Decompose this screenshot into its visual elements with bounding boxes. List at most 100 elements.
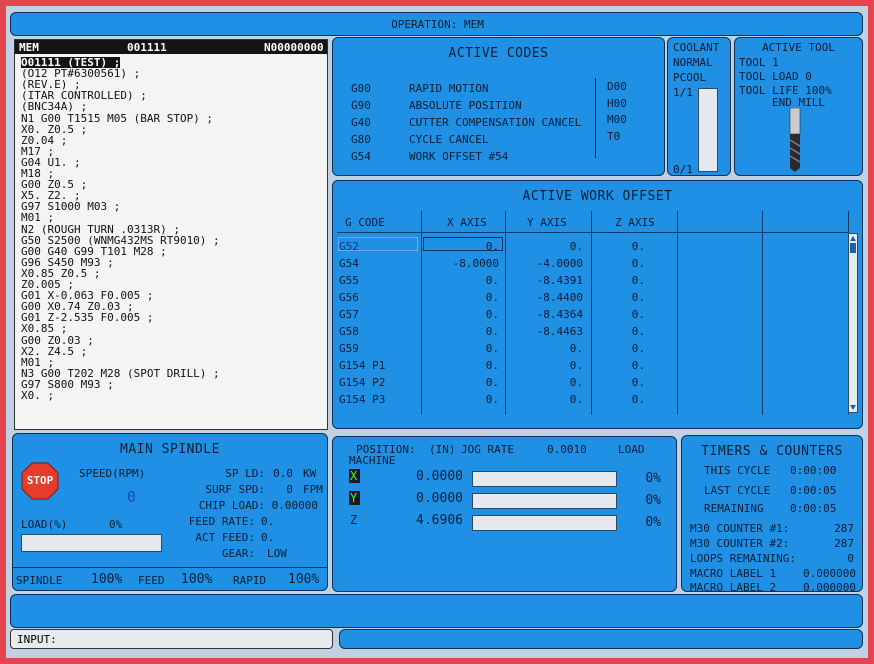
work-offset-gcode[interactable]: G59	[339, 342, 359, 355]
work-offset-z[interactable]: 0.	[591, 257, 645, 270]
work-offset-x[interactable]: 0.	[421, 240, 499, 253]
work-offset-y[interactable]: -8.4463	[505, 325, 583, 338]
work-offset-z[interactable]: 0.	[591, 240, 645, 253]
work-offset-scrollbar[interactable]	[848, 233, 858, 413]
program-line[interactable]: N1 G00 T1515 M05 (BAR STOP) ;	[21, 113, 213, 124]
work-offset-y[interactable]: 0.	[505, 240, 583, 253]
work-offset-z[interactable]: 0.	[591, 274, 645, 287]
active-code-description: CYCLE CANCEL	[409, 133, 489, 146]
active-code: G00	[351, 82, 371, 95]
work-offset-y[interactable]: 0.	[505, 393, 583, 406]
table-column-divider	[677, 211, 678, 415]
work-offset-z[interactable]: 0.	[591, 291, 645, 304]
work-offset-y[interactable]: -8.4400	[505, 291, 583, 304]
program-line[interactable]: X0. Z0.5 ;	[21, 124, 87, 135]
m30-counter-2-label: M30 COUNTER #2:	[690, 537, 790, 550]
work-offset-y[interactable]: -8.4364	[505, 308, 583, 321]
work-offset-gcode[interactable]: G154 P1	[339, 359, 385, 372]
this-cycle-label: THIS CYCLE	[704, 464, 771, 477]
work-offset-table: G CODE X AXIS Y AXIS Z AXIS G52 0. 0. 0. G54 -8.0…	[337, 211, 858, 415]
jog-rate-value: 0.0010	[547, 443, 587, 456]
jog-rate-label: JOG RATE	[461, 443, 514, 456]
work-offset-x[interactable]: 0.	[421, 376, 499, 389]
work-offset-x[interactable]: 0.	[421, 342, 499, 355]
program-line[interactable]: G50 S2500 (WNMG432MS RT9010) ;	[21, 235, 220, 246]
active-code: G40	[351, 116, 371, 129]
active-code-aux: T0	[607, 129, 621, 143]
coolant-panel: COOLANT NORMAL PCOOL 1/1 0/1	[667, 37, 731, 176]
operation-mode-label: OPERATION: MEM	[391, 18, 484, 31]
axis-position-value: 4.6906	[416, 513, 463, 528]
active-code: G54	[351, 150, 371, 163]
program-line[interactable]: M01 ;	[21, 212, 54, 223]
work-offset-panel: ACTIVE WORK OFFSET G CODE X AXIS Y AXIS Z A…	[332, 180, 863, 429]
gear-value: LOW	[267, 547, 287, 560]
work-offset-z[interactable]: 0.	[591, 308, 645, 321]
surf-spd-label: SURF SPD:	[205, 483, 265, 496]
coolant-status: NORMAL	[673, 56, 713, 69]
work-offset-gcode[interactable]: G56	[339, 291, 359, 304]
scroll-up-arrow-icon[interactable]	[850, 236, 856, 241]
work-offset-z[interactable]: 0.	[591, 359, 645, 372]
loops-remaining-value: 0	[847, 552, 854, 565]
axis-load-value: 0%	[645, 493, 661, 508]
active-code: G90	[351, 99, 371, 112]
work-offset-x[interactable]: 0.	[421, 274, 499, 287]
work-offset-z[interactable]: 0.	[591, 376, 645, 389]
work-offset-x[interactable]: 0.	[421, 308, 499, 321]
program-line[interactable]: X2. Z4.5 ;	[21, 346, 87, 357]
axis-load-value: 0%	[645, 471, 661, 486]
coolant-pcool: PCOOL	[673, 71, 707, 84]
work-offset-gcode[interactable]: G58	[339, 325, 359, 338]
program-line[interactable]: G00 Z0.03 ;	[21, 335, 94, 346]
axis-load-bar	[472, 493, 617, 509]
program-line[interactable]: N2 (ROUGH TURN .0313R) ;	[21, 224, 180, 235]
work-offset-x[interactable]: 0.	[421, 359, 499, 372]
work-offset-column-header: Y AXIS	[527, 216, 567, 229]
work-offset-x[interactable]: 0.	[421, 325, 499, 338]
work-offset-y[interactable]: 0.	[505, 342, 583, 355]
program-sequence: N00000000	[264, 41, 324, 54]
work-offset-gcode[interactable]: G54	[339, 257, 359, 270]
feed-override-label: FEED	[138, 574, 165, 587]
work-offset-gcode[interactable]: G154 P3	[339, 393, 385, 406]
feed-rate-label: FEED RATE:	[188, 515, 255, 528]
work-offset-z[interactable]: 0.	[591, 325, 645, 338]
work-offset-gcode[interactable]: G154 P2	[339, 376, 385, 389]
work-offset-y[interactable]: 0.	[505, 376, 583, 389]
work-offset-x[interactable]: 0.	[421, 291, 499, 304]
work-offset-column-header: X AXIS	[447, 216, 487, 229]
work-offset-x[interactable]: -8.0000	[421, 257, 499, 270]
work-offset-z[interactable]: 0.	[591, 393, 645, 406]
main-spindle-panel: MAIN SPINDLE STOP SPEED(RPM) 0 LOAD(%) 0…	[12, 433, 328, 591]
spindle-override-label: SPINDLE	[16, 574, 63, 587]
program-line[interactable]: X0.85 ;	[21, 323, 67, 334]
work-offset-y[interactable]: -8.4391	[505, 274, 583, 287]
scroll-down-arrow-icon[interactable]	[850, 405, 856, 410]
rapid-override-label: RAPID	[233, 574, 267, 587]
active-code-description: ABSOLUTE POSITION	[409, 99, 522, 112]
spindle-load-value: 0%	[109, 518, 123, 531]
work-offset-y[interactable]: 0.	[505, 359, 583, 372]
loops-remaining-label: LOOPS REMAINING:	[690, 552, 796, 565]
load-column-label: LOAD	[618, 443, 645, 456]
work-offset-y[interactable]: -4.0000	[505, 257, 583, 270]
act-feed-value: 0.	[261, 531, 275, 544]
program-line[interactable]: (BNC34A) ;	[21, 101, 87, 112]
work-offset-x[interactable]: 0.	[421, 393, 499, 406]
input-field[interactable]: INPUT:	[10, 629, 333, 649]
work-offset-gcode[interactable]: G57	[339, 308, 359, 321]
active-tool-panel: ACTIVE TOOL TOOL 1 TOOL LOAD 0 TOOL LIFE…	[734, 37, 863, 176]
status-bar	[339, 629, 863, 649]
scroll-thumb[interactable]	[850, 243, 856, 253]
table-column-divider	[762, 211, 763, 415]
work-offset-gcode[interactable]: G52	[339, 240, 359, 253]
program-header: MEM 001111 N00000000	[15, 40, 327, 54]
coolant-title: COOLANT	[673, 41, 720, 54]
spindle-override-value: 100%	[91, 572, 123, 587]
surf-spd-value: 0	[286, 483, 293, 496]
work-offset-z[interactable]: 0.	[591, 342, 645, 355]
work-offset-gcode[interactable]: G55	[339, 274, 359, 287]
program-line[interactable]: X0. ;	[21, 390, 54, 401]
timers-panel: TIMERS & COUNTERS THIS CYCLE 0:00:00 LAS…	[681, 435, 863, 594]
